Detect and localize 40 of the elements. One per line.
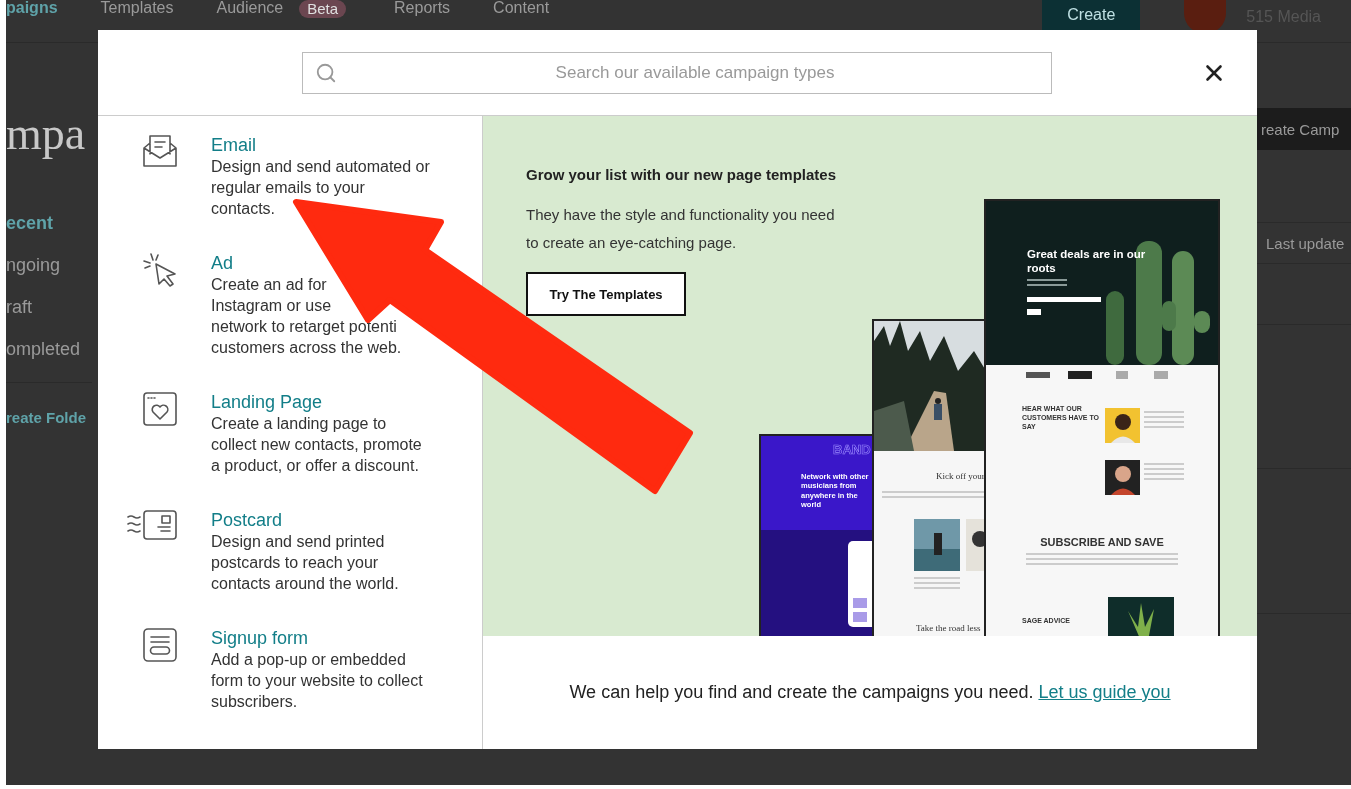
campaign-type-description: Add a pop-up or embedded form to your website to collect subscribers. — [211, 650, 423, 712]
template-subheading: Take the road less — [916, 623, 982, 635]
filter-link[interactable]: raft — [6, 296, 92, 318]
postcard-icon — [126, 509, 178, 541]
campaign-type-link[interactable]: Postcard — [211, 509, 283, 531]
nav-tab[interactable]: Content — [493, 0, 550, 16]
campaign-type-description: Design and send automated or regular emails to your contacts. — [211, 157, 430, 219]
beta-badge: Beta — [299, 0, 347, 18]
page-title: mpa — [6, 107, 86, 160]
search-field[interactable]: Search our available campaign types — [302, 51, 1052, 94]
campaign-type-link[interactable]: Ad — [211, 252, 234, 274]
guide-link[interactable]: Let us guide you — [1038, 682, 1171, 702]
campaign-type-description: Create a landing page to collect new contacts, promote a product, or offer a discount. — [211, 414, 422, 476]
filter-link[interactable]: ngoing — [6, 254, 92, 276]
campaign-type-description: Create an ad for Instagram or use network to retarget potenti customers across the web. — [211, 275, 402, 358]
nav-tab[interactable]: Reports — [394, 0, 451, 16]
filter-link[interactable]: ecent — [6, 212, 92, 234]
create-campaign-button[interactable]: reate Camp — [1257, 108, 1351, 150]
create-button[interactable]: Create — [1042, 0, 1141, 30]
nav-tab[interactable]: Audience — [216, 0, 284, 16]
filter-link[interactable]: ompleted — [6, 338, 92, 360]
promo-text: They have the style and functionality you need to create an eye-catching page. — [526, 205, 835, 253]
try-templates-button[interactable]: Try The Templates — [526, 272, 686, 316]
help-text: We can help you find and create the campaigns you need. Let us guide you — [569, 682, 1171, 703]
campaign-type-description: Design and send printed postcards to reach your contacts around the world. — [211, 532, 399, 594]
promo-heading: Grow your list with our new page templates — [526, 166, 837, 183]
campaign-type-link[interactable]: Email — [211, 134, 256, 156]
band-logo: BAND — [833, 442, 872, 459]
nav-tab[interactable]: Templates — [100, 0, 174, 16]
template-heading: Kick off your — [936, 471, 986, 483]
campaign-type-link[interactable]: Landing Page — [211, 391, 323, 413]
create-folder-link[interactable]: reate Folde — [6, 409, 92, 426]
sort-label[interactable]: Last update — [1266, 234, 1345, 252]
heart-page-icon — [142, 391, 178, 427]
form-icon — [142, 627, 178, 663]
nav-tab[interactable]: paigns — [6, 0, 58, 16]
envelope-icon — [142, 134, 178, 168]
template-banner-title: SUBSCRIBE AND SAVE — [1039, 536, 1165, 550]
search-icon — [315, 61, 337, 84]
campaign-type-link[interactable]: Signup form — [211, 627, 309, 649]
